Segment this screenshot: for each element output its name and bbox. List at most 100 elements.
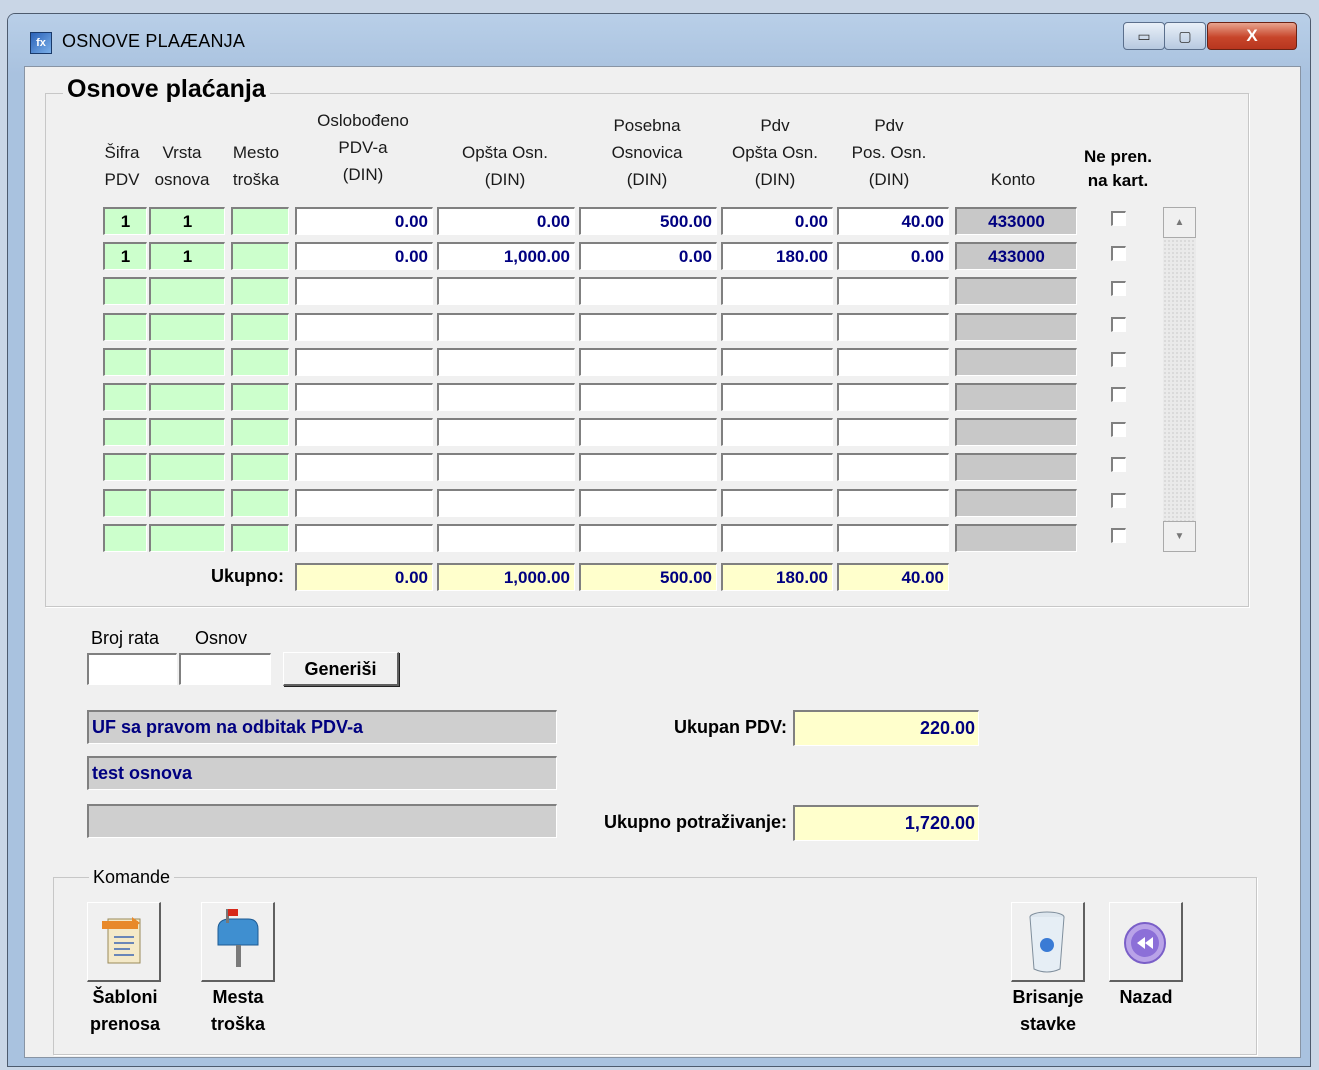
cell-sifra-pdv[interactable] bbox=[103, 524, 147, 552]
cell-opsta-osn[interactable] bbox=[437, 348, 575, 376]
sabloni-prenosa-button[interactable] bbox=[87, 902, 161, 982]
ne-pren-checkbox[interactable] bbox=[1111, 387, 1126, 402]
cell-pdv-opsta[interactable] bbox=[721, 489, 833, 517]
cell-pdv-opsta[interactable] bbox=[721, 383, 833, 411]
cell-pdv-opsta[interactable] bbox=[721, 524, 833, 552]
cell-sifra-pdv[interactable] bbox=[103, 348, 147, 376]
cell-opsta-osn[interactable] bbox=[437, 489, 575, 517]
cell-posebna[interactable]: 500.00 bbox=[579, 207, 717, 235]
cell-pdv-pos[interactable] bbox=[837, 277, 949, 305]
nazad-button[interactable] bbox=[1109, 902, 1183, 982]
cell-pdv-pos[interactable] bbox=[837, 453, 949, 481]
cell-sifra-pdv[interactable] bbox=[103, 277, 147, 305]
cell-mesto-troska[interactable] bbox=[231, 242, 289, 270]
cell-vrsta-osnova[interactable]: 1 bbox=[149, 207, 225, 235]
ne-pren-checkbox[interactable] bbox=[1111, 528, 1126, 543]
brisanje-stavke-button[interactable] bbox=[1011, 902, 1085, 982]
cell-pdv-pos[interactable] bbox=[837, 348, 949, 376]
cell-pdv-pos[interactable]: 0.00 bbox=[837, 242, 949, 270]
cell-vrsta-osnova[interactable] bbox=[149, 277, 225, 305]
broj-rata-input[interactable] bbox=[87, 653, 177, 685]
ne-pren-checkbox[interactable] bbox=[1111, 493, 1126, 508]
cell-mesto-troska[interactable] bbox=[231, 418, 289, 446]
cell-pdv-pos[interactable] bbox=[837, 418, 949, 446]
cell-oslobodjeno[interactable] bbox=[295, 489, 433, 517]
cell-opsta-osn[interactable]: 1,000.00 bbox=[437, 242, 575, 270]
ne-pren-checkbox[interactable] bbox=[1111, 246, 1126, 261]
cell-mesto-troska[interactable] bbox=[231, 348, 289, 376]
cell-vrsta-osnova[interactable] bbox=[149, 524, 225, 552]
ne-pren-checkbox[interactable] bbox=[1111, 317, 1126, 332]
cell-pdv-pos[interactable] bbox=[837, 524, 949, 552]
scroll-up-button[interactable]: ▲ bbox=[1163, 207, 1196, 238]
cell-mesto-troska[interactable] bbox=[231, 207, 289, 235]
ne-pren-checkbox[interactable] bbox=[1111, 352, 1126, 367]
cell-opsta-osn[interactable]: 0.00 bbox=[437, 207, 575, 235]
cell-opsta-osn[interactable] bbox=[437, 277, 575, 305]
title-bar[interactable]: fx OSNOVE PLAÆANJA ▭ ▢ X bbox=[8, 14, 1310, 64]
cell-oslobodjeno[interactable] bbox=[295, 418, 433, 446]
cell-sifra-pdv[interactable] bbox=[103, 418, 147, 446]
mesta-troska-button[interactable] bbox=[201, 902, 275, 982]
cell-mesto-troska[interactable] bbox=[231, 313, 289, 341]
cell-sifra-pdv[interactable] bbox=[103, 489, 147, 517]
cell-opsta-osn[interactable] bbox=[437, 418, 575, 446]
cell-opsta-osn[interactable] bbox=[437, 383, 575, 411]
cell-opsta-osn[interactable] bbox=[437, 453, 575, 481]
cell-mesto-troska[interactable] bbox=[231, 524, 289, 552]
cell-posebna[interactable] bbox=[579, 383, 717, 411]
ne-pren-checkbox[interactable] bbox=[1111, 211, 1126, 226]
cell-oslobodjeno[interactable] bbox=[295, 313, 433, 341]
cell-pdv-opsta[interactable] bbox=[721, 418, 833, 446]
cell-oslobodjeno[interactable]: 0.00 bbox=[295, 242, 433, 270]
cell-oslobodjeno[interactable] bbox=[295, 383, 433, 411]
grid-scrollbar[interactable]: ▲ ▼ bbox=[1163, 207, 1196, 552]
cell-vrsta-osnova[interactable] bbox=[149, 489, 225, 517]
cell-pdv-pos[interactable]: 40.00 bbox=[837, 207, 949, 235]
cell-posebna[interactable] bbox=[579, 348, 717, 376]
osnov-input[interactable] bbox=[179, 653, 271, 685]
close-button[interactable]: X bbox=[1207, 22, 1297, 50]
cell-pdv-opsta[interactable]: 180.00 bbox=[721, 242, 833, 270]
cell-mesto-troska[interactable] bbox=[231, 277, 289, 305]
cell-vrsta-osnova[interactable] bbox=[149, 383, 225, 411]
cell-sifra-pdv[interactable] bbox=[103, 383, 147, 411]
cell-pdv-opsta[interactable] bbox=[721, 313, 833, 341]
cell-posebna[interactable] bbox=[579, 277, 717, 305]
cell-posebna[interactable] bbox=[579, 453, 717, 481]
ne-pren-checkbox[interactable] bbox=[1111, 281, 1126, 296]
cell-vrsta-osnova[interactable] bbox=[149, 453, 225, 481]
cell-pdv-opsta[interactable] bbox=[721, 453, 833, 481]
cell-pdv-pos[interactable] bbox=[837, 383, 949, 411]
minimize-button[interactable]: ▭ bbox=[1123, 22, 1165, 50]
cell-sifra-pdv[interactable] bbox=[103, 453, 147, 481]
scroll-down-button[interactable]: ▼ bbox=[1163, 521, 1196, 552]
cell-vrsta-osnova[interactable] bbox=[149, 348, 225, 376]
ne-pren-checkbox[interactable] bbox=[1111, 457, 1126, 472]
cell-sifra-pdv[interactable]: 1 bbox=[103, 242, 147, 270]
cell-pdv-opsta[interactable] bbox=[721, 277, 833, 305]
cell-mesto-troska[interactable] bbox=[231, 453, 289, 481]
ne-pren-checkbox[interactable] bbox=[1111, 422, 1126, 437]
cell-posebna[interactable] bbox=[579, 489, 717, 517]
cell-posebna[interactable] bbox=[579, 313, 717, 341]
cell-posebna[interactable] bbox=[579, 418, 717, 446]
generisi-button[interactable]: Generiši bbox=[283, 652, 399, 686]
cell-pdv-opsta[interactable]: 0.00 bbox=[721, 207, 833, 235]
cell-opsta-osn[interactable] bbox=[437, 313, 575, 341]
cell-oslobodjeno[interactable] bbox=[295, 453, 433, 481]
maximize-button[interactable]: ▢ bbox=[1164, 22, 1206, 50]
cell-opsta-osn[interactable] bbox=[437, 524, 575, 552]
cell-sifra-pdv[interactable] bbox=[103, 313, 147, 341]
cell-pdv-pos[interactable] bbox=[837, 489, 949, 517]
cell-pdv-opsta[interactable] bbox=[721, 348, 833, 376]
cell-posebna[interactable]: 0.00 bbox=[579, 242, 717, 270]
cell-oslobodjeno[interactable]: 0.00 bbox=[295, 207, 433, 235]
cell-oslobodjeno[interactable] bbox=[295, 277, 433, 305]
cell-pdv-pos[interactable] bbox=[837, 313, 949, 341]
cell-mesto-troska[interactable] bbox=[231, 489, 289, 517]
cell-mesto-troska[interactable] bbox=[231, 383, 289, 411]
cell-sifra-pdv[interactable]: 1 bbox=[103, 207, 147, 235]
cell-vrsta-osnova[interactable] bbox=[149, 313, 225, 341]
cell-oslobodjeno[interactable] bbox=[295, 348, 433, 376]
